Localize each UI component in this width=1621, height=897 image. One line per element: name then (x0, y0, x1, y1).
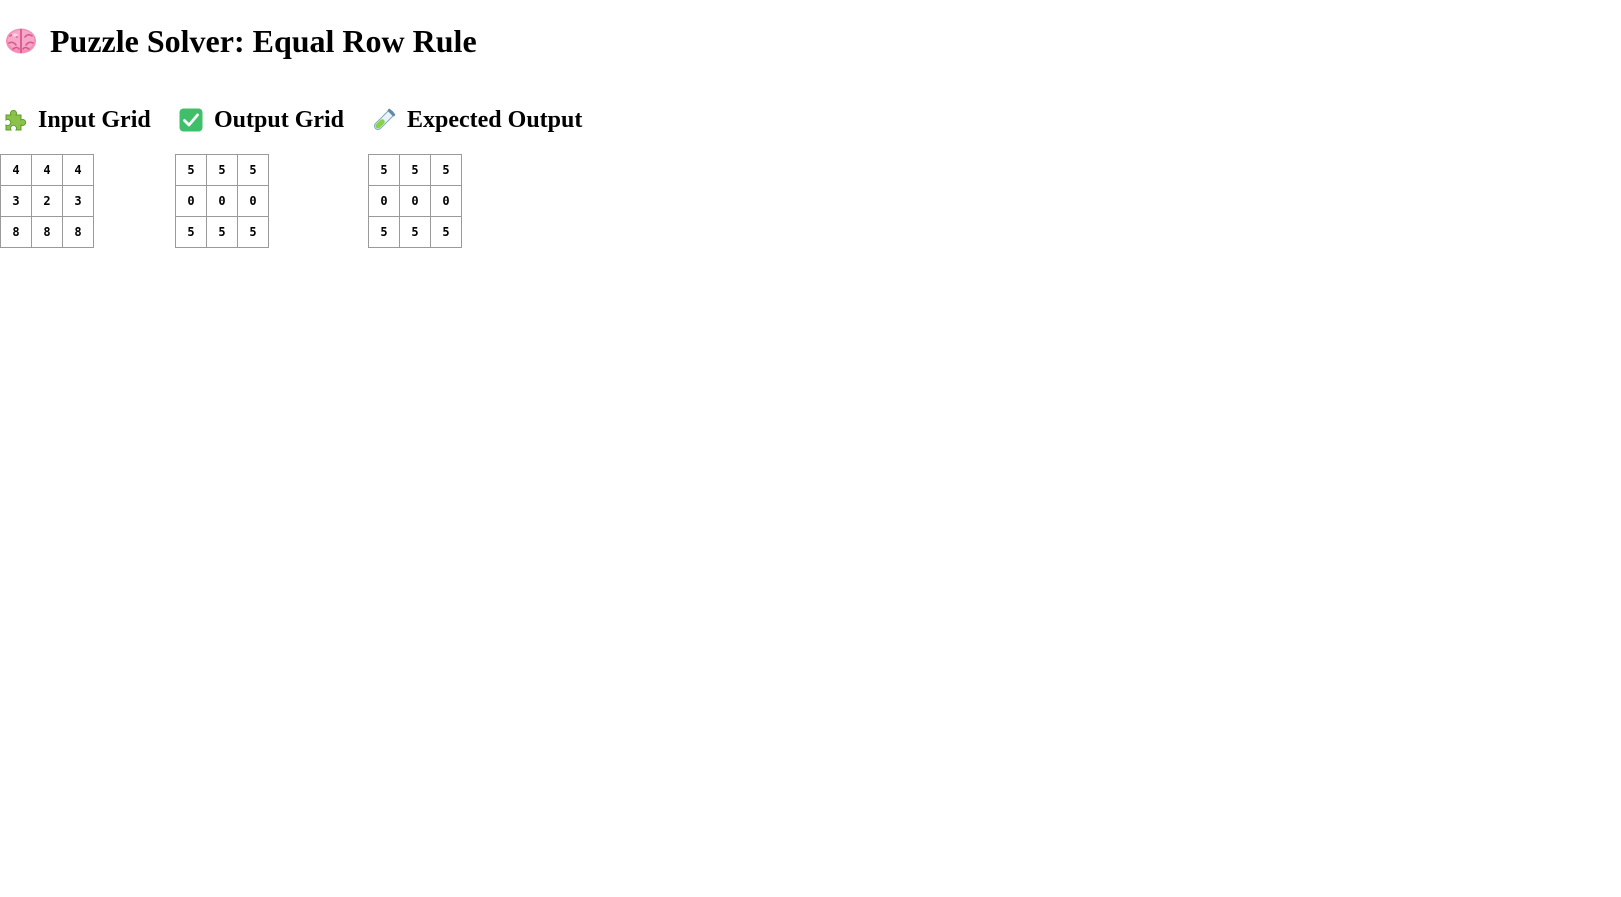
puzzle-piece-icon (2, 107, 28, 133)
grid-cell: 5 (368, 216, 400, 248)
grid-row: 5 5 5 (175, 154, 269, 186)
grid-row: 5 5 5 (368, 216, 462, 248)
grid-row: 0 0 0 (368, 185, 462, 217)
grid-cell: 5 (206, 216, 238, 248)
grid-cell: 0 (237, 185, 269, 217)
grid-cell: 5 (430, 216, 462, 248)
grid-cell: 2 (31, 185, 63, 217)
grid-row: 5 5 5 (368, 154, 462, 186)
input-grid-heading: Input Grid (2, 100, 151, 140)
grid-cell: 5 (206, 154, 238, 186)
grid-row: 0 0 0 (175, 185, 269, 217)
grid-cell: 4 (62, 154, 94, 186)
expected-output-title: Expected Output (407, 107, 583, 133)
grid-row: 8 8 8 (0, 216, 94, 248)
grid-cell: 0 (430, 185, 462, 217)
input-grid-title: Input Grid (38, 107, 151, 133)
grid-cell: 3 (62, 185, 94, 217)
grid-row: 4 4 4 (0, 154, 94, 186)
grid-cell: 5 (399, 216, 431, 248)
output-grid: 5 5 5 0 0 0 5 5 5 (175, 154, 269, 248)
grid-cell: 0 (399, 185, 431, 217)
grid-cell: 8 (62, 216, 94, 248)
page-title: Puzzle Solver: Equal Row Rule (4, 18, 477, 64)
grid-row: 3 2 3 (0, 185, 94, 217)
grid-cell: 5 (399, 154, 431, 186)
expected-output-grid: 5 5 5 0 0 0 5 5 5 (368, 154, 462, 248)
grid-cell: 5 (175, 216, 207, 248)
grid-cell: 8 (0, 216, 32, 248)
grid-cell: 5 (237, 154, 269, 186)
expected-output-heading: Expected Output (371, 100, 582, 140)
grid-cell: 4 (31, 154, 63, 186)
grid-cell: 8 (31, 216, 63, 248)
output-grid-panel: Output Grid 5 5 5 0 0 0 5 5 5 (175, 100, 344, 248)
grid-row: 5 5 5 (175, 216, 269, 248)
test-tube-icon (371, 107, 397, 133)
output-grid-title: Output Grid (214, 107, 345, 133)
output-grid-heading: Output Grid (178, 100, 344, 140)
brain-icon (4, 24, 38, 58)
check-mark-button-icon (178, 107, 204, 133)
expected-output-panel: Expected Output 5 5 5 0 0 0 5 5 5 (368, 100, 582, 248)
grid-cell: 5 (175, 154, 207, 186)
grid-cell: 5 (368, 154, 400, 186)
grid-cell: 0 (368, 185, 400, 217)
grid-cell: 4 (0, 154, 32, 186)
input-grid: 4 4 4 3 2 3 8 8 8 (0, 154, 94, 248)
input-grid-panel: Input Grid 4 4 4 3 2 3 8 8 8 (0, 100, 151, 248)
grid-cell: 0 (175, 185, 207, 217)
grid-cell: 0 (206, 185, 238, 217)
grid-cell: 5 (430, 154, 462, 186)
page-title-text: Puzzle Solver: Equal Row Rule (50, 23, 477, 59)
grid-cell: 3 (0, 185, 32, 217)
grid-cell: 5 (237, 216, 269, 248)
